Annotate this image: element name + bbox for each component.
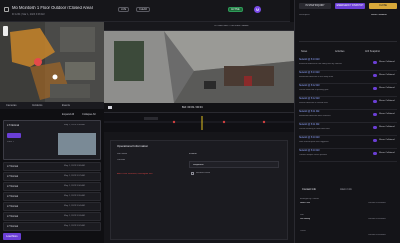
playback-time: Brd: 00:03 / 00:04 bbox=[182, 106, 203, 109]
share-toggle[interactable] bbox=[373, 87, 377, 90]
camera-video[interactable] bbox=[104, 31, 294, 103]
inquiry-button[interactable]: IN STEP INQUIRY bbox=[299, 3, 331, 9]
tab-aoi-snapshot[interactable]: AOI Snapshot bbox=[365, 50, 380, 53]
activity-item[interactable]: Network @ 8:12 AM Person detected at park… bbox=[299, 84, 397, 97]
camera-label: CLOSED Max 1 / 8th Floor Outdoor bbox=[214, 25, 249, 27]
tab-activities[interactable]: Activities bbox=[335, 50, 344, 53]
dispatch-button[interactable]: EMERGENCY DISPATCH bbox=[335, 3, 365, 9]
notes-input[interactable] bbox=[299, 28, 397, 42]
contact-section: Contact Info Alarm Info Emergency Contac… bbox=[294, 186, 400, 243]
activity-item[interactable]: Network @ 8:12 AM Vehicle detected in clo… bbox=[299, 97, 397, 110]
play-icon[interactable] bbox=[108, 106, 112, 109]
tab-notes[interactable]: Notes bbox=[301, 50, 307, 53]
share-toggle[interactable] bbox=[373, 152, 377, 155]
operational-card: Operational Information Site Name Locati… bbox=[110, 140, 288, 240]
share-toggle[interactable] bbox=[373, 74, 377, 77]
activity-item[interactable]: Network @ 8:10 AM Camera tamper check pas… bbox=[299, 149, 397, 162]
timeline-graphic bbox=[104, 116, 294, 130]
load-more-button[interactable]: Load More bbox=[3, 233, 21, 240]
incident-title: Mo Mcintosh 1 Floor Outdoor (Closed Area… bbox=[12, 6, 93, 9]
site-map[interactable] bbox=[0, 22, 104, 102]
contact-phone[interactable]: Verified Password bbox=[368, 202, 386, 205]
resolve-label: Resolve Event bbox=[196, 172, 211, 174]
incident-section: Incident bbox=[189, 153, 197, 155]
event-card[interactable]: L7 Normal May 1, 2023 9:55 AM bbox=[3, 192, 101, 201]
app-root: Mo Mcintosh 1 Floor Outdoor (Closed Area… bbox=[0, 0, 400, 243]
contact-role: Oliver bbox=[300, 230, 306, 232]
video-frame bbox=[104, 31, 294, 103]
clear-pill[interactable]: CLEAR bbox=[136, 7, 150, 12]
tab-cameras[interactable]: Cameras bbox=[6, 104, 17, 107]
incident-select[interactable]: Suspicious bbox=[189, 161, 279, 168]
ops-location: Location bbox=[117, 159, 126, 161]
share-button[interactable]: Share Collateral bbox=[371, 14, 387, 17]
contact-phone[interactable]: Verified Password bbox=[368, 234, 386, 237]
ops-site: Site Name bbox=[117, 153, 128, 155]
expand-controls: Expand All Collapse All bbox=[0, 112, 104, 117]
collapse-all-button[interactable]: Collapse All bbox=[82, 113, 96, 116]
incident-subtitle: ID 1234 | Mar 1, 2023 3:08 AM bbox=[12, 13, 45, 16]
avatar[interactable]: M bbox=[254, 6, 261, 13]
share-toggle[interactable] bbox=[373, 61, 377, 64]
map-zoom-control[interactable] bbox=[3, 26, 8, 36]
activity-item[interactable]: Network @ 8:10 AM Door forced open alert … bbox=[299, 136, 397, 149]
ops-title: Operational Information bbox=[117, 145, 149, 148]
share-toggle[interactable] bbox=[373, 100, 377, 103]
activity-item[interactable]: Network @ 8:11 AM Person loitering in res… bbox=[299, 123, 397, 136]
event-card[interactable]: L7 Normal May 1, 2023 9:57 AM bbox=[3, 172, 101, 181]
event-card[interactable]: L7 Normal May 1, 2023 9:53 AM bbox=[3, 212, 101, 221]
video-controls: Brd: 00:03 / 00:04 bbox=[104, 103, 294, 112]
alert-text: Alert Case Scenario, Investigate Fire bbox=[117, 173, 153, 175]
activity-item[interactable]: Network @ 8:11 AM Movement detected near … bbox=[299, 110, 397, 123]
incident-header: Mo Mcintosh 1 Floor Outdoor (Closed Area… bbox=[0, 0, 290, 22]
share-toggle[interactable] bbox=[373, 113, 377, 116]
menu-icon[interactable] bbox=[4, 7, 9, 12]
share-toggle[interactable] bbox=[373, 139, 377, 142]
event-card[interactable]: L7 Normal May 1, 2023 9:58 AM bbox=[3, 162, 101, 171]
tab-alarm-info[interactable]: Alarm Info bbox=[340, 188, 352, 191]
contact-phone[interactable]: Verified Password bbox=[368, 218, 386, 221]
status-button[interactable]: ACTIVE bbox=[228, 7, 243, 12]
video-toolbar: CLOSED Max 1 / 8th Floor Outdoor bbox=[104, 22, 294, 31]
tab-events[interactable]: Events bbox=[62, 104, 70, 107]
map-graphic bbox=[0, 22, 104, 102]
tab-contact-info[interactable]: Contact Info bbox=[302, 188, 316, 191]
close-button[interactable]: CLOSE bbox=[369, 3, 397, 9]
contact-name: Notes Grid bbox=[300, 202, 311, 204]
video-timeline[interactable] bbox=[104, 112, 294, 132]
contact-name: Jen Bailey bbox=[300, 218, 311, 220]
share-toggle[interactable] bbox=[373, 126, 377, 129]
tag-label: Sharepoint bbox=[299, 14, 310, 16]
event-card[interactable]: L7 Normal May 1, 2023 9:54 AM bbox=[3, 202, 101, 211]
activity-item[interactable]: Network @ 8:13 AM Movement detected in th… bbox=[299, 71, 397, 84]
left-tabs: Cameras Incidents Events bbox=[0, 102, 104, 109]
event-card-list: L7 Normal May 1, 2023 9:58 AM L7 Normal Ma… bbox=[0, 120, 104, 232]
expand-all-button[interactable]: Expand All bbox=[62, 113, 74, 116]
event-card[interactable]: L7 Normal May 1, 2023 9:52 AM bbox=[3, 222, 101, 231]
activity-item[interactable]: Network @ 8:13 AM Intrusion detected in t… bbox=[299, 58, 397, 71]
operational-panel: Operational Information Site Name Locati… bbox=[104, 132, 294, 243]
event-card[interactable]: L7 Normal May 1, 2023 9:56 AM bbox=[3, 182, 101, 191]
resolve-checkbox[interactable] bbox=[191, 172, 194, 175]
contact-role: Site bbox=[300, 214, 304, 216]
tab-incidents[interactable]: Incidents bbox=[32, 104, 42, 107]
contact-role: Emergency Contact bbox=[300, 198, 320, 200]
live-pill[interactable]: LIVE bbox=[118, 7, 130, 12]
